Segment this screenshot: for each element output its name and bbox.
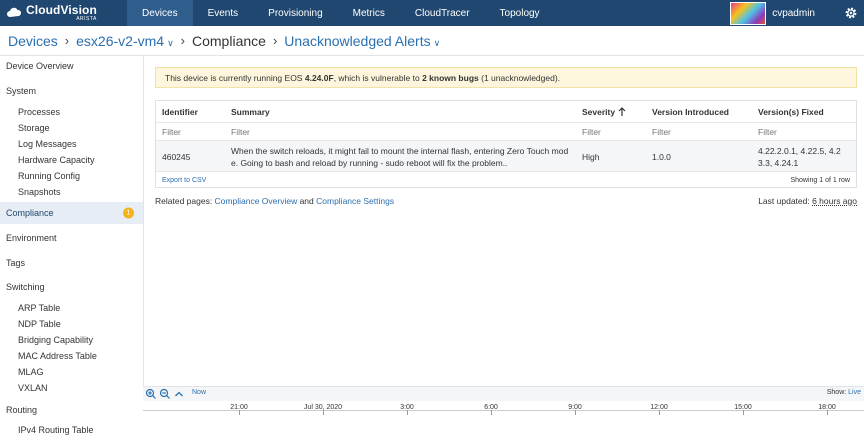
sidebar-item-tags[interactable]: Tags <box>0 258 143 268</box>
column-header-identifier[interactable]: Identifier <box>162 101 198 122</box>
row-count: Showing 1 of 1 row <box>790 177 850 184</box>
vulnerability-alert: This device is currently running EOS 4.2… <box>155 67 857 88</box>
sidebar-item-log-messages[interactable]: Log Messages <box>0 139 143 149</box>
nav-metrics[interactable]: Metrics <box>338 0 400 26</box>
related-pages: Related pages: Compliance Overview and C… <box>155 196 395 206</box>
filter-row <box>156 122 856 141</box>
show-mode-value: Live <box>848 389 861 396</box>
bugs-table: Identifier Summary Severity Version Intr… <box>155 100 857 188</box>
logo-name: CloudVision <box>26 3 97 17</box>
cell-version-introduced: 1.0.0 <box>652 152 671 162</box>
filter-summary-input[interactable] <box>231 126 571 138</box>
chevron-right-icon: › <box>64 33 70 48</box>
sidebar: Device Overview System Processes Storage… <box>0 56 144 444</box>
sidebar-item-snapshots[interactable]: Snapshots <box>0 187 143 197</box>
sidebar-item-mlag[interactable]: MLAG <box>0 367 143 377</box>
chevron-down-icon: ∨ <box>167 37 174 48</box>
filter-severity-input[interactable] <box>582 126 642 138</box>
tick-mark <box>575 410 576 415</box>
sidebar-item-mac-address-table[interactable]: MAC Address Table <box>0 351 143 361</box>
logo-sub: ARISTA <box>76 16 97 22</box>
sidebar-item-processes[interactable]: Processes <box>0 107 143 117</box>
breadcrumb-device[interactable]: esx26-v2-vm4 ∨ <box>76 33 174 49</box>
timeline-toolbar: Now Show: Live <box>143 387 864 401</box>
top-nav: CloudVision ARISTA Devices Events Provis… <box>0 0 864 26</box>
tick-mark <box>659 410 660 415</box>
column-header-summary[interactable]: Summary <box>231 101 270 122</box>
breadcrumb-devices[interactable]: Devices <box>8 33 58 49</box>
chevron-up-icon[interactable] <box>173 388 185 400</box>
breadcrumb: Devices › esx26-v2-vm4 ∨ › Compliance › U… <box>0 26 864 56</box>
avatar[interactable] <box>730 1 767 25</box>
sidebar-item-hardware-capacity[interactable]: Hardware Capacity <box>0 155 143 165</box>
sidebar-section-system[interactable]: System <box>0 86 143 96</box>
tick-mark <box>743 410 744 415</box>
sidebar-item-arp-table[interactable]: ARP Table <box>0 303 143 313</box>
compliance-overview-link[interactable]: Compliance Overview <box>215 196 298 206</box>
eos-version: 4.24.0F <box>304 72 334 83</box>
zoom-out-icon[interactable] <box>159 388 171 400</box>
cell-summary: When the switch reloads, it might fail t… <box>231 146 569 168</box>
tick-mark <box>323 410 324 415</box>
sidebar-item-ipv4-routing-table[interactable]: IPv4 Routing Table <box>0 425 143 435</box>
filter-identifier-input[interactable] <box>162 126 222 138</box>
tick-mark <box>407 410 408 415</box>
gear-icon[interactable] <box>844 6 858 20</box>
chevron-down-icon: ∨ <box>433 37 441 48</box>
cell-versions-fixed: 4.22.2.0.1, 4.22.5, 4.2 3.3, 4.24.1 <box>758 146 841 168</box>
breadcrumb-compliance: Compliance <box>192 32 266 49</box>
chevron-right-icon: › <box>272 33 278 48</box>
sidebar-section-routing[interactable]: Routing <box>0 405 143 415</box>
sidebar-item-vxlan[interactable]: VXLAN <box>0 383 143 393</box>
nav-topology[interactable]: Topology <box>485 0 555 26</box>
table-row[interactable]: 460245 When the switch reloads, it might… <box>156 140 856 172</box>
sidebar-item-ndp-table[interactable]: NDP Table <box>0 319 143 329</box>
status-badge: 1 <box>123 207 134 219</box>
cloudvision-logo[interactable]: CloudVision ARISTA <box>0 0 127 26</box>
table-footer: Export to CSV Showing 1 of 1 row <box>156 171 856 189</box>
cell-identifier: 460245 <box>162 152 191 162</box>
nav-provisioning[interactable]: Provisioning <box>253 0 337 26</box>
chevron-right-icon: › <box>180 33 185 48</box>
arrow-up-icon <box>618 106 626 116</box>
sidebar-item-environment[interactable]: Environment <box>0 233 143 243</box>
last-updated: Last updated: 6 hours ago <box>758 196 857 206</box>
zoom-in-icon[interactable] <box>145 388 157 400</box>
last-updated-value: 6 hours ago <box>812 196 857 206</box>
bug-count: 2 known bugs <box>422 72 479 83</box>
column-header-version-introduced[interactable]: Version Introduced <box>652 101 729 122</box>
export-csv-link[interactable]: Export to CSV <box>162 177 206 184</box>
column-header-severity[interactable]: Severity <box>582 101 626 122</box>
filter-versions-fixed-input[interactable] <box>758 126 848 138</box>
nav-events[interactable]: Events <box>193 0 254 26</box>
timeline[interactable]: Now Show: Live 21:00 Jul 30, 2020 3:00 6… <box>143 386 864 445</box>
sidebar-item-running-config[interactable]: Running Config <box>0 171 143 181</box>
compliance-settings-link[interactable]: Compliance Settings <box>316 196 394 206</box>
sidebar-item-bridging-capability[interactable]: Bridging Capability <box>0 335 143 345</box>
cell-severity: High <box>582 152 600 162</box>
show-mode[interactable]: Show: Live <box>827 389 861 396</box>
breadcrumb-view-selector[interactable]: Unacknowledged Alerts ∨ <box>284 33 440 49</box>
sidebar-section-switching[interactable]: Switching <box>0 282 143 292</box>
sidebar-item-compliance[interactable]: Compliance 1 <box>0 202 143 224</box>
cloud-logo-icon <box>7 7 22 17</box>
nav-cloudtracer[interactable]: CloudTracer <box>400 0 485 26</box>
tick-mark <box>827 410 828 415</box>
column-header-versions-fixed[interactable]: Version(s) Fixed <box>758 101 824 122</box>
sidebar-item-device-overview[interactable]: Device Overview <box>0 61 143 71</box>
now-button[interactable]: Now <box>192 389 206 396</box>
filter-version-introduced-input[interactable] <box>652 126 747 138</box>
nav-devices[interactable]: Devices <box>127 0 193 26</box>
tick-mark <box>239 410 240 415</box>
timeline-axis <box>143 410 864 411</box>
username[interactable]: cvpadmin <box>772 8 815 19</box>
tick-mark <box>491 410 492 415</box>
sidebar-item-storage[interactable]: Storage <box>0 123 143 133</box>
